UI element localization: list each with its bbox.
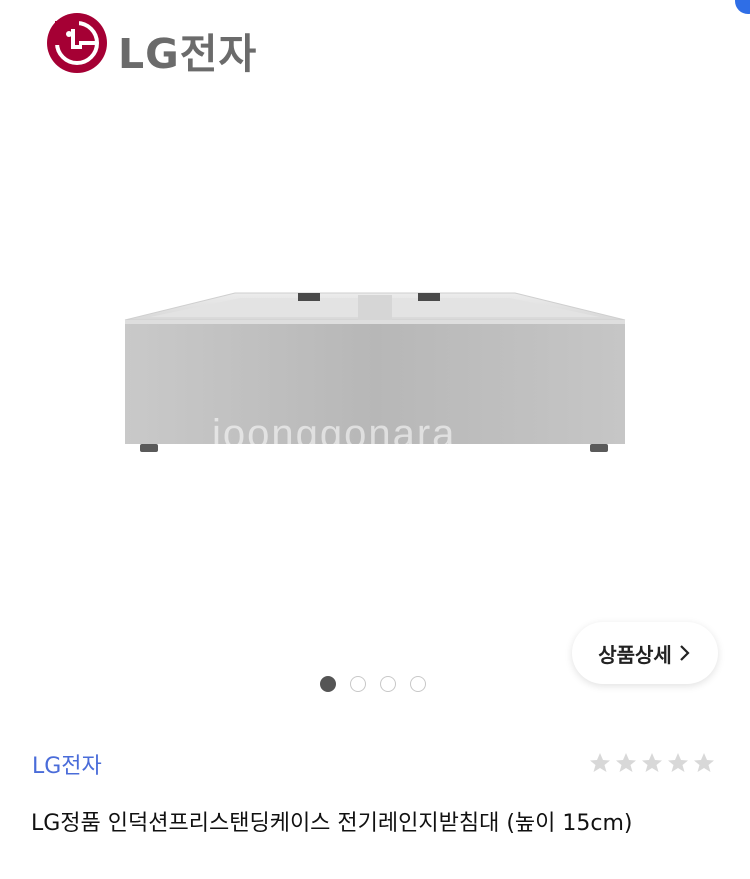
carousel-dot[interactable] — [410, 676, 426, 692]
product-gallery[interactable]: LG전자 joonggonara 상품상세 — [0, 0, 750, 720]
rating-stars — [588, 751, 716, 775]
cart-icon[interactable] — [688, 0, 738, 30]
watermark: joonggonara — [212, 412, 457, 456]
carousel-dot[interactable] — [320, 676, 336, 692]
chevron-right-icon — [680, 645, 690, 661]
lg-logo-icon — [47, 13, 107, 73]
carousel-indicator — [320, 676, 426, 692]
product-detail-button[interactable]: 상품상세 — [572, 622, 718, 684]
top-bar: LG전자 — [0, 0, 750, 80]
carousel-dot[interactable] — [380, 676, 396, 692]
star-icon — [616, 753, 636, 772]
star-icon — [668, 753, 688, 772]
search-icon[interactable] — [508, 0, 556, 32]
star-icon — [642, 753, 662, 772]
logo-text: LG전자 — [118, 30, 258, 78]
star-icon — [590, 753, 610, 772]
carousel-dot[interactable] — [350, 676, 366, 692]
product-title: LG정품 인덕션프리스탠딩케이스 전기레인지받침대 (높이 15cm) — [31, 811, 633, 836]
brand-link[interactable]: LG전자 — [32, 748, 102, 780]
lg-logo[interactable]: LG전자 — [46, 10, 276, 78]
star-icon — [694, 753, 714, 772]
home-icon[interactable] — [600, 0, 646, 30]
detail-button-label: 상품상세 — [598, 642, 672, 667]
